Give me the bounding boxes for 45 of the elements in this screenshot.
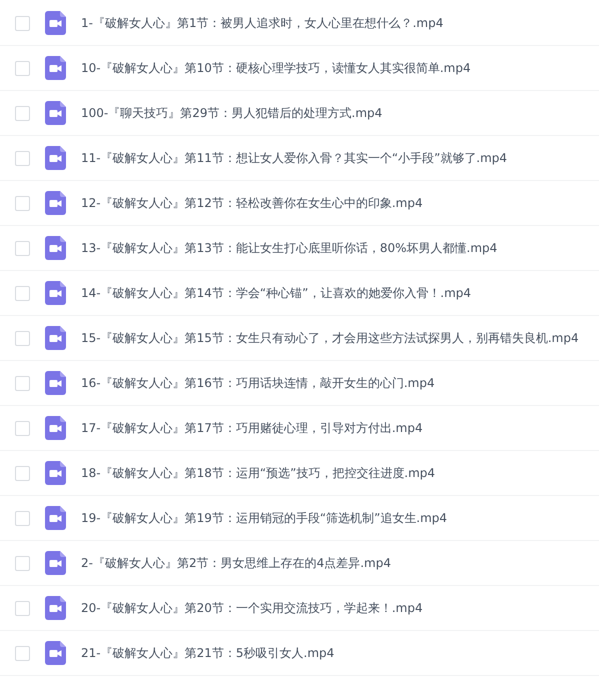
checkbox[interactable]: [15, 600, 30, 616]
video-file-icon: [45, 506, 66, 530]
video-file-icon: [45, 461, 66, 485]
file-name[interactable]: 17-『破解女人心』第17节：巧用赌徒心理，引导对方付出.mp4: [81, 420, 423, 436]
video-file-icon: [45, 191, 66, 215]
video-file-icon: [45, 101, 66, 125]
checkbox[interactable]: [15, 60, 30, 76]
checkbox[interactable]: [15, 646, 30, 660]
video-file-icon: [45, 281, 66, 305]
video-file-icon: [45, 146, 66, 170]
file-name[interactable]: 15-『破解女人心』第15节：女生只有动心了，才会用这些方法试探男人，别再错失良机.mp4: [81, 330, 579, 346]
file-name[interactable]: 12-『破解女人心』第12节：轻松改善你在女生心中的印象.mp4: [81, 194, 423, 212]
file-name[interactable]: 18-『破解女人心』第18节：运用“预选”技巧，把控交往进度.mp4: [81, 464, 436, 482]
checkbox[interactable]: [15, 556, 30, 570]
video-file-icon: [45, 416, 66, 440]
file-name[interactable]: 11-『破解女人心』第11节：想让女人爱你入骨？其实一个“小手段”就够了.mp4: [81, 150, 508, 166]
video-file-icon: [45, 596, 66, 620]
file-name[interactable]: 19-『破解女人心』第19节：运用销冠的手段“筛选机制”追女生.mp4: [81, 510, 448, 526]
video-file-icon: [45, 326, 66, 350]
checkbox[interactable]: [15, 240, 30, 256]
file-name[interactable]: 21-『破解女人心』第21节：5秒吸引女人.mp4: [81, 644, 334, 662]
file-name[interactable]: 10-『破解女人心』第10节：硬核心理学技巧，读懂女人其实很简单.mp4: [81, 60, 471, 76]
video-file-icon: [45, 641, 66, 665]
checkbox[interactable]: [15, 106, 30, 120]
checkbox[interactable]: [15, 466, 30, 480]
file-name[interactable]: 1-『破解女人心』第1节：被男人追求时，女人心里在想什么？.mp4: [81, 14, 444, 32]
file-name[interactable]: 2-『破解女人心』第2节：男女思维上存在的4点差异.mp4: [81, 554, 391, 572]
video-file-icon: [45, 11, 66, 35]
video-file-icon: [45, 551, 66, 575]
checkbox[interactable]: [15, 196, 30, 210]
video-file-icon: [45, 371, 66, 395]
file-name[interactable]: 20-『破解女人心』第20节：一个实用交流技巧，学起来！.mp4: [81, 600, 423, 616]
file-name[interactable]: 13-『破解女人心』第13节：能让女生打心底里听你话，80%坏男人都懂.mp4: [81, 240, 498, 256]
file-name[interactable]: 100-『聊天技巧』第29节：男人犯错后的处理方式.mp4: [81, 104, 382, 122]
checkbox[interactable]: [15, 16, 30, 30]
video-file-icon: [45, 56, 66, 80]
checkbox[interactable]: [15, 150, 30, 166]
file-name[interactable]: 16-『破解女人心』第16节：巧用话块连情，敲开女生的心门.mp4: [81, 374, 435, 392]
checkbox[interactable]: [15, 420, 30, 436]
checkbox[interactable]: [15, 510, 30, 526]
checkbox[interactable]: [15, 376, 30, 390]
checkbox[interactable]: [15, 330, 30, 346]
video-file-icon: [45, 236, 66, 260]
file-name[interactable]: 14-『破解女人心』第14节：学会“种心锚”，让喜欢的她爱你入骨！.mp4: [81, 284, 472, 302]
checkbox[interactable]: [15, 286, 30, 300]
